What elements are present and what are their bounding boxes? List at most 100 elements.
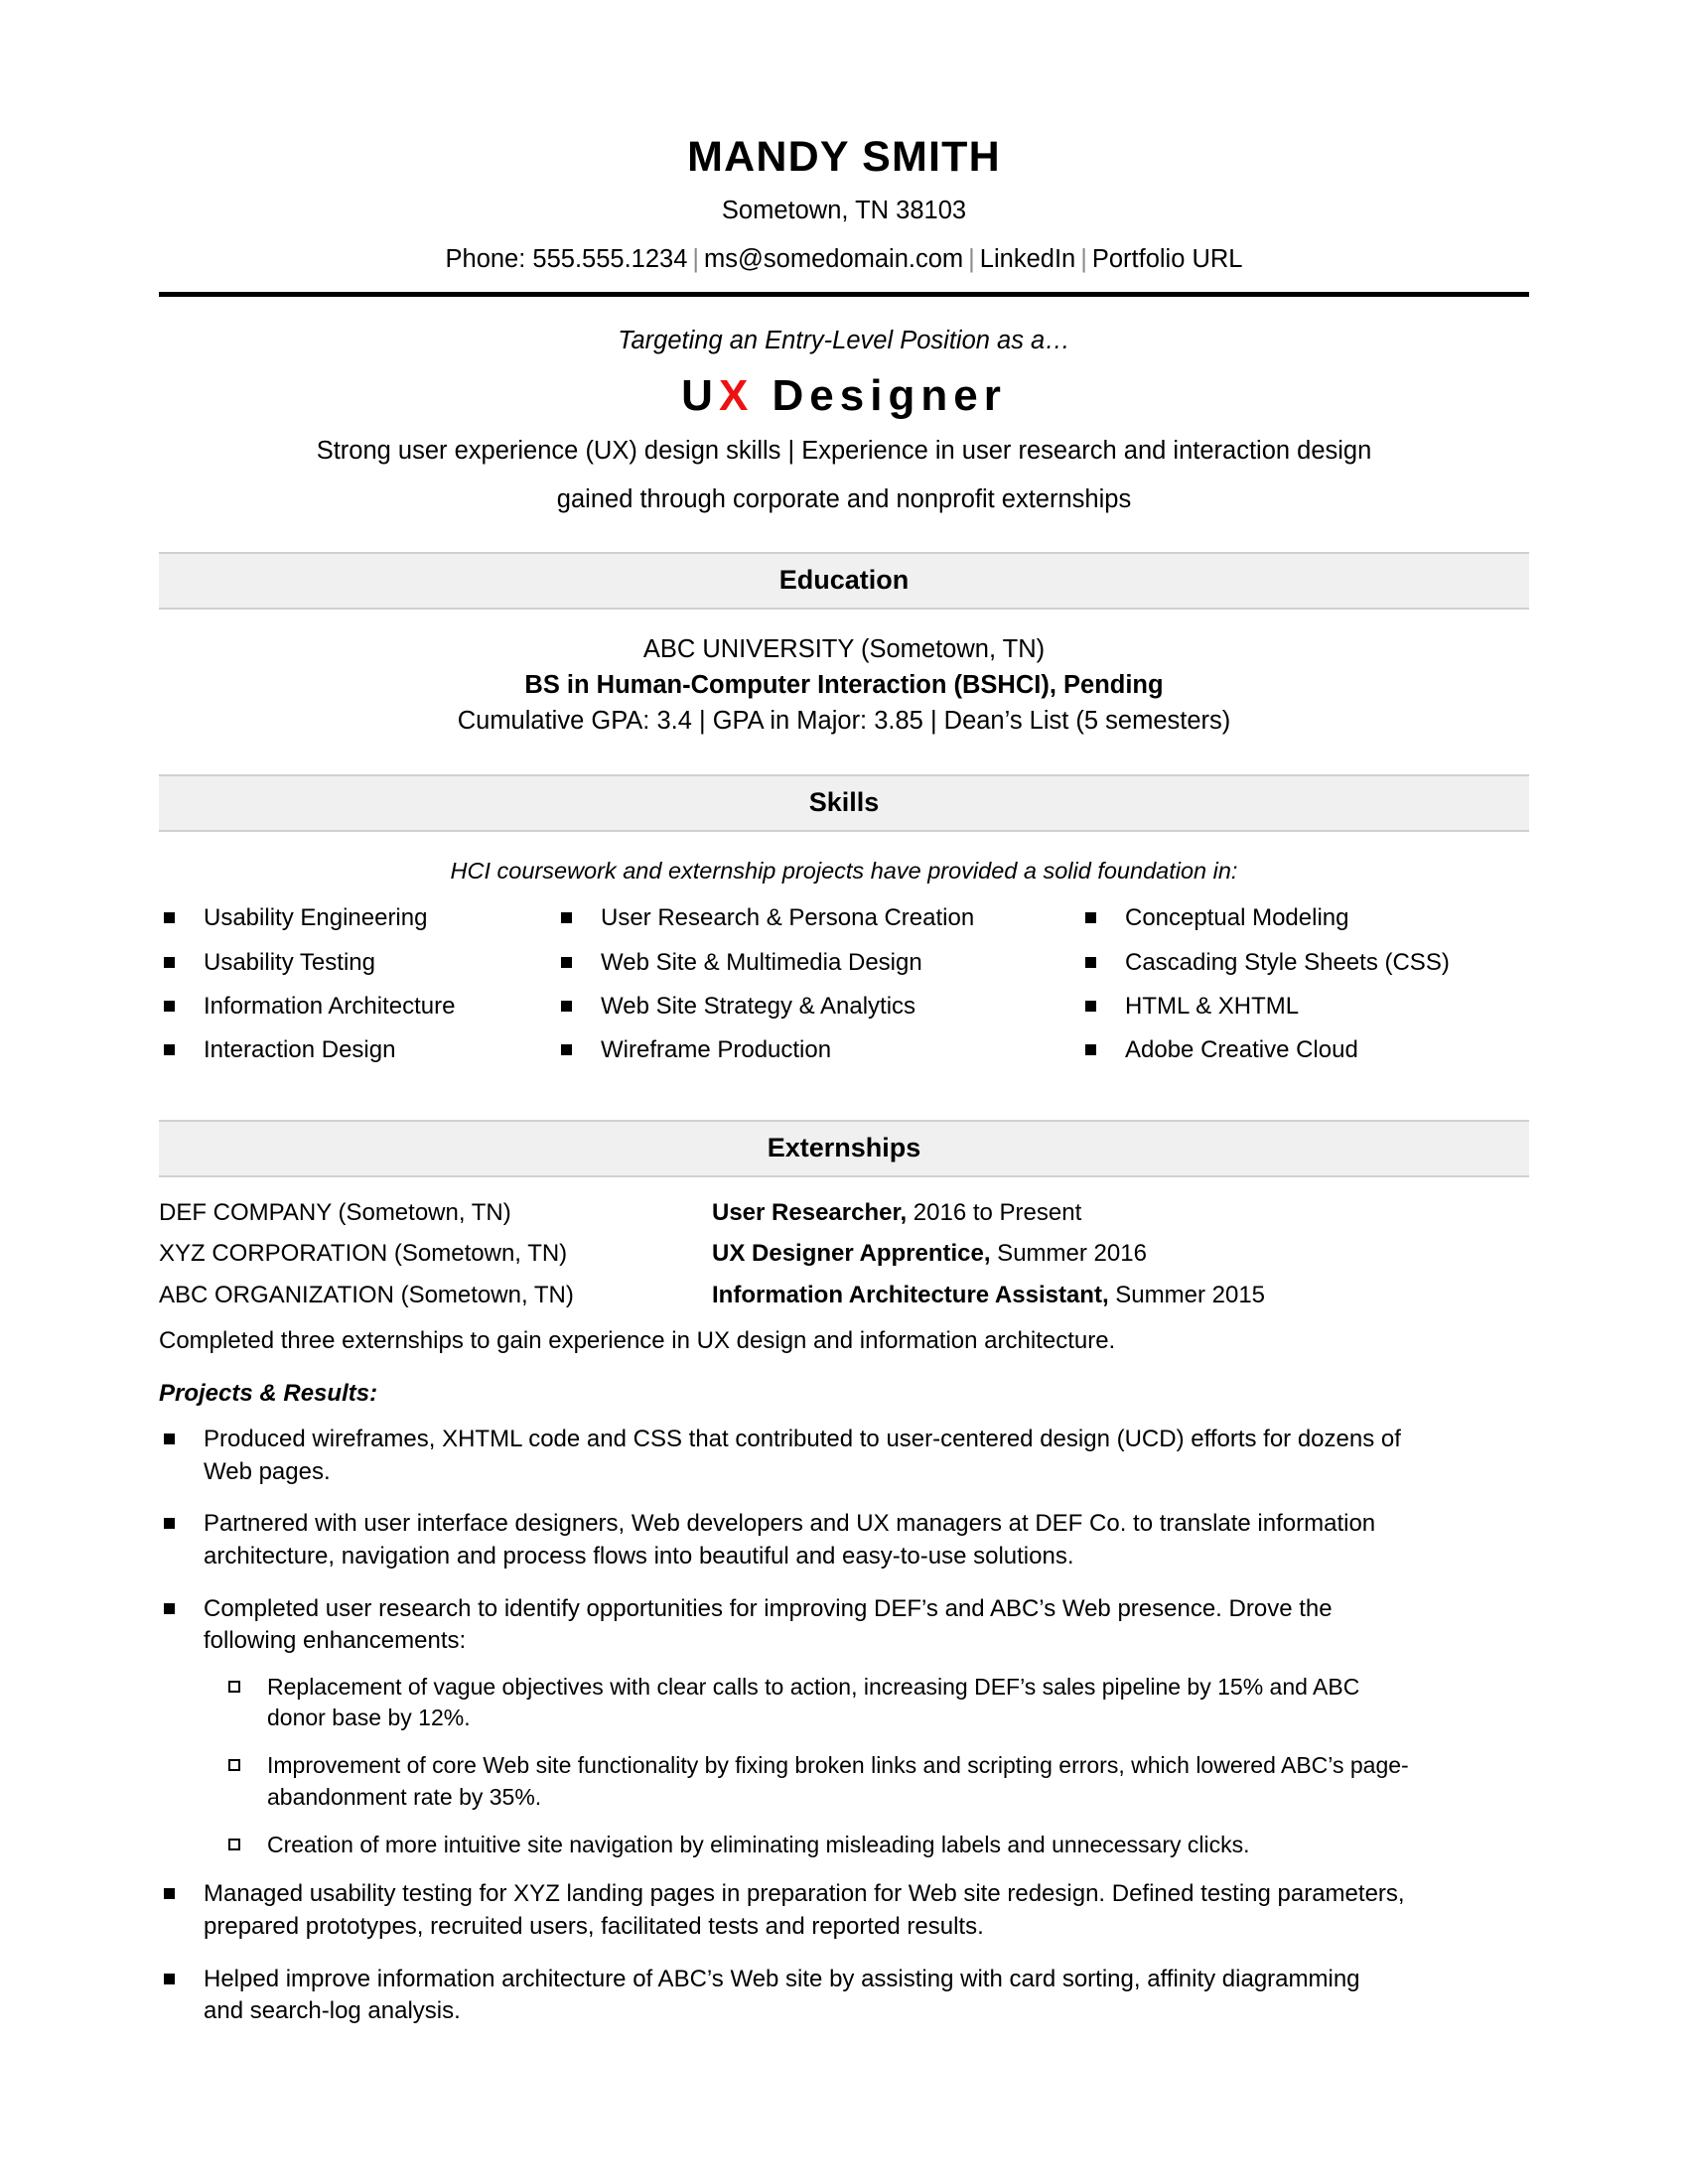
square-bullet-icon bbox=[164, 912, 175, 924]
list-item: Web Site & Multimedia Design bbox=[561, 948, 1085, 977]
square-bullet-icon bbox=[1085, 1000, 1096, 1012]
skill-label: Cascading Style Sheets (CSS) bbox=[1125, 948, 1450, 976]
list-item: HTML & XHTML bbox=[1085, 992, 1522, 1021]
square-bullet-icon bbox=[164, 1000, 175, 1012]
externship-role-title: Information Architecture Assistant, bbox=[712, 1281, 1109, 1308]
summary-line-2: gained through corporate and nonprofit e… bbox=[556, 484, 1132, 513]
externship-company: DEF COMPANY (Sometown, TN) bbox=[159, 1198, 511, 1226]
projects-bullet-list: Produced wireframes, XHTML code and CSS … bbox=[159, 1424, 1529, 2028]
externship-summary-note: Completed three externships to gain expe… bbox=[159, 1326, 1116, 1354]
list-item: Creation of more intuitive site navigati… bbox=[159, 1830, 1529, 1860]
title-word-designer: Designer bbox=[772, 370, 1007, 420]
list-item: Conceptual Modeling bbox=[1085, 903, 1522, 932]
list-item: User Research & Persona Creation bbox=[561, 903, 1085, 932]
list-item: Web Site Strategy & Analytics bbox=[561, 992, 1085, 1021]
list-item: Managed usability testing for XYZ landin… bbox=[159, 1878, 1529, 1943]
table-row: DEF COMPANY (Sometown, TN) User Research… bbox=[159, 1197, 1529, 1229]
square-bullet-icon bbox=[164, 1602, 175, 1614]
section-header-skills: Skills bbox=[159, 774, 1529, 833]
externship-role-title: UX Designer Apprentice, bbox=[712, 1240, 991, 1268]
subbullet-text: Replacement of vague objectives with cle… bbox=[267, 1673, 1360, 1731]
candidate-location: Sometown, TN 38103 bbox=[721, 197, 967, 225]
education-block: ABC UNIVERSITY (Sometown, TN) BS in Huma… bbox=[159, 631, 1529, 740]
externship-role-dates: Summer 2015 bbox=[1108, 1281, 1266, 1308]
square-bullet-icon bbox=[164, 1433, 175, 1445]
externship-role-title: User Researcher, bbox=[712, 1198, 908, 1226]
list-item: Improvement of core Web site functionali… bbox=[159, 1750, 1529, 1813]
skill-label: Web Site & Multimedia Design bbox=[601, 948, 922, 976]
resume-header: MANDY SMITH Sometown, TN 38103 Phone: 55… bbox=[159, 0, 1529, 277]
hollow-square-bullet-icon bbox=[228, 1759, 240, 1772]
summary-line-1: Strong user experience (UX) design skill… bbox=[316, 437, 1372, 466]
square-bullet-icon bbox=[1085, 956, 1096, 968]
square-bullet-icon bbox=[164, 1973, 175, 1984]
email-text[interactable]: ms@somedomain.com bbox=[704, 245, 963, 273]
square-bullet-icon bbox=[164, 1888, 175, 1900]
header-divider-rule bbox=[159, 291, 1529, 297]
skill-label: Information Architecture bbox=[204, 992, 456, 1020]
externship-role: Information Architecture Assistant, Summ… bbox=[712, 1280, 1529, 1311]
projects-results-label: Projects & Results: bbox=[159, 1380, 378, 1408]
contact-separator-3: | bbox=[1080, 244, 1087, 273]
education-school: ABC UNIVERSITY (Sometown, TN) bbox=[642, 634, 1046, 663]
skill-label: User Research & Persona Creation bbox=[601, 904, 975, 932]
resume-page: MANDY SMITH Sometown, TN 38103 Phone: 55… bbox=[0, 0, 1688, 2184]
skills-intro-text: HCI coursework and externship projects h… bbox=[450, 858, 1238, 885]
bullet-text: Helped improve information architecture … bbox=[204, 1965, 1360, 2025]
skills-column-3: Conceptual Modeling Cascading Style Shee… bbox=[1085, 903, 1522, 1079]
externship-role: User Researcher, 2016 to Present bbox=[712, 1197, 1529, 1229]
candidate-name: MANDY SMITH bbox=[687, 133, 1001, 181]
list-item: Usability Testing bbox=[164, 948, 561, 977]
list-item: Usability Engineering bbox=[164, 903, 561, 932]
title-letter-x: X bbox=[718, 370, 755, 420]
enhancements-sublist: Replacement of vague objectives with cle… bbox=[159, 1672, 1529, 1860]
skill-label: Usability Testing bbox=[204, 948, 375, 976]
square-bullet-icon bbox=[164, 1044, 175, 1056]
square-bullet-icon bbox=[561, 956, 572, 968]
table-row: XYZ CORPORATION (Sometown, TN) UX Design… bbox=[159, 1238, 1529, 1270]
subbullet-text: Improvement of core Web site functionali… bbox=[267, 1752, 1409, 1810]
title-letter-u: U bbox=[681, 370, 719, 420]
externship-company: XYZ CORPORATION (Sometown, TN) bbox=[159, 1240, 568, 1268]
square-bullet-icon bbox=[164, 1518, 175, 1530]
hollow-square-bullet-icon bbox=[228, 1680, 240, 1693]
bullet-text: Completed user research to identify oppo… bbox=[204, 1594, 1333, 1655]
portfolio-link[interactable]: Portfolio URL bbox=[1092, 245, 1243, 273]
bullet-text: Partnered with user interface designers,… bbox=[204, 1510, 1376, 1570]
square-bullet-icon bbox=[1085, 912, 1096, 924]
phone-text: Phone: 555.555.1234 bbox=[445, 244, 688, 273]
contact-separator-1: | bbox=[692, 244, 700, 273]
targeting-statement: Targeting an Entry-Level Position as a… bbox=[618, 326, 1070, 354]
list-item: Wireframe Production bbox=[561, 1035, 1085, 1064]
subbullet-text: Creation of more intuitive site navigati… bbox=[267, 1832, 1250, 1858]
contact-line: Phone: 555.555.1234 | ms@somedomain.com | Li… bbox=[159, 241, 1529, 277]
square-bullet-icon bbox=[561, 912, 572, 924]
section-header-externships: Externships bbox=[159, 1119, 1529, 1177]
skills-column-2: User Research & Persona Creation Web Sit… bbox=[561, 903, 1085, 1079]
bullet-text: Produced wireframes, XHTML code and CSS … bbox=[204, 1426, 1401, 1485]
square-bullet-icon bbox=[561, 1000, 572, 1012]
bullet-text: Managed usability testing for XYZ landin… bbox=[204, 1880, 1405, 1940]
contact-separator-2: | bbox=[968, 244, 975, 273]
list-item: Interaction Design bbox=[164, 1035, 561, 1064]
externship-role-dates: Summer 2016 bbox=[990, 1240, 1147, 1268]
list-item: Produced wireframes, XHTML code and CSS … bbox=[159, 1424, 1529, 1488]
list-item: Replacement of vague objectives with cle… bbox=[159, 1672, 1529, 1734]
skill-label: Conceptual Modeling bbox=[1125, 904, 1349, 932]
education-degree: BS in Human-Computer Interaction (BSHCI)… bbox=[524, 671, 1164, 700]
skill-label: Wireframe Production bbox=[601, 1036, 832, 1064]
square-bullet-icon bbox=[164, 956, 175, 968]
externship-rows: DEF COMPANY (Sometown, TN) User Research… bbox=[159, 1197, 1529, 1311]
hollow-square-bullet-icon bbox=[228, 1839, 240, 1851]
skills-grid: Usability Engineering Usability Testing … bbox=[159, 903, 1529, 1079]
linkedin-link[interactable]: LinkedIn bbox=[980, 245, 1075, 273]
square-bullet-icon bbox=[561, 1044, 572, 1056]
list-item: Information Architecture bbox=[164, 992, 561, 1021]
skill-label: Web Site Strategy & Analytics bbox=[601, 992, 916, 1020]
square-bullet-icon bbox=[1085, 1044, 1096, 1056]
externship-role: UX Designer Apprentice, Summer 2016 bbox=[712, 1238, 1529, 1270]
skill-label: Usability Engineering bbox=[204, 904, 428, 932]
list-item: Cascading Style Sheets (CSS) bbox=[1085, 948, 1522, 977]
skill-label: Adobe Creative Cloud bbox=[1125, 1036, 1358, 1064]
education-gpa: Cumulative GPA: 3.4 | GPA in Major: 3.85… bbox=[457, 707, 1231, 736]
